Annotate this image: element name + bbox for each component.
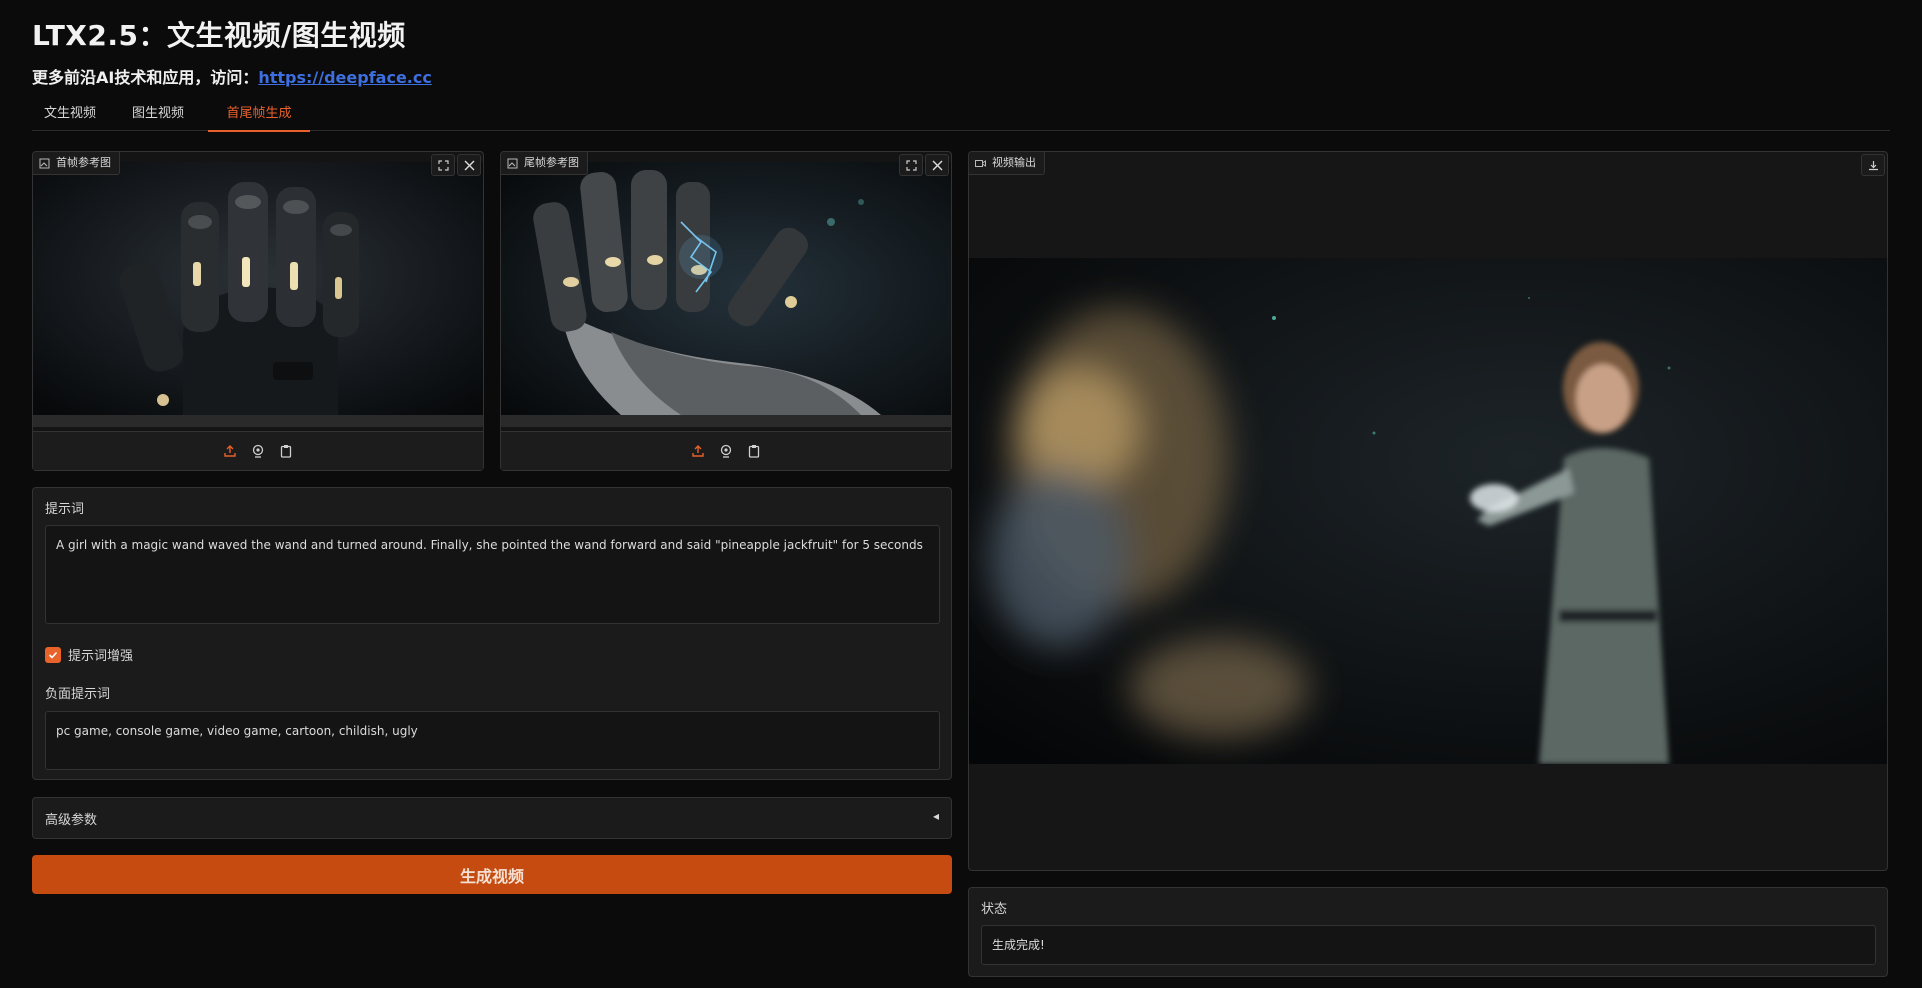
status-panel: 状态 生成完成! <box>968 887 1888 977</box>
negative-label: 负面提示词 <box>45 687 111 702</box>
enhance-label: 提示词增强 <box>68 649 134 664</box>
video-icon <box>975 158 986 169</box>
subtitle-text: 更多前沿AI技术和应用，访问： <box>32 68 259 87</box>
first-frame-label-text: 首帧参考图 <box>56 156 111 169</box>
tab-first-last-frame[interactable]: 首尾帧生成 <box>208 104 310 132</box>
last-frame-toolbar <box>501 431 951 470</box>
last-frame-image <box>501 162 951 415</box>
page-title: LTX2.5：文生视频/图生视频 <box>32 19 406 52</box>
webcam-icon[interactable] <box>718 443 734 459</box>
close-icon[interactable] <box>925 154 949 176</box>
tab-image-to-video[interactable]: 图生视频 <box>126 104 190 130</box>
clipboard-icon[interactable] <box>746 443 762 459</box>
first-frame-tools <box>431 154 481 176</box>
close-icon[interactable] <box>457 154 481 176</box>
fullscreen-icon[interactable] <box>431 154 455 176</box>
last-frame-tools <box>899 154 949 176</box>
video-output-label: 视频输出 <box>969 152 1045 175</box>
upload-icon[interactable] <box>222 443 238 459</box>
prompt-textarea[interactable]: A girl with a magic wand waved the wand … <box>45 525 940 624</box>
first-frame-panel: 首帧参考图 <box>32 151 484 471</box>
tab-text-to-video[interactable]: 文生视频 <box>38 104 102 130</box>
collapse-arrow-icon: ◂ <box>932 809 939 823</box>
last-frame-label: 尾帧参考图 <box>501 152 588 175</box>
status-value: 生成完成! <box>981 925 1876 965</box>
page-subtitle: 更多前沿AI技术和应用，访问：https://deepface.cc <box>32 64 432 88</box>
fullscreen-icon[interactable] <box>899 154 923 176</box>
enhance-row: 提示词增强 <box>45 645 133 664</box>
upload-icon[interactable] <box>690 443 706 459</box>
first-frame-divider <box>33 415 483 427</box>
enhance-checkbox[interactable] <box>45 646 61 663</box>
first-frame-toolbar <box>33 431 483 470</box>
negative-textarea[interactable]: pc game, console game, video game, carto… <box>45 711 940 770</box>
webcam-icon[interactable] <box>250 443 266 459</box>
tab-bar: 文生视频 图生视频 首尾帧生成 <box>32 100 1890 132</box>
deepface-link[interactable]: https://deepface.cc <box>258 68 432 87</box>
image-icon <box>507 158 518 169</box>
last-frame-panel: 尾帧参考图 <box>500 151 952 471</box>
video-player[interactable] <box>969 258 1887 764</box>
advanced-label: 高级参数 <box>45 813 98 828</box>
advanced-accordion[interactable]: 高级参数 ◂ <box>32 797 952 839</box>
last-frame-label-text: 尾帧参考图 <box>524 156 579 169</box>
generate-video-button[interactable]: 生成视频 <box>32 855 952 894</box>
video-output-tools <box>1861 154 1885 176</box>
prompt-label: 提示词 <box>45 502 85 517</box>
download-icon[interactable] <box>1861 154 1885 176</box>
prompt-panel: 提示词 A girl with a magic wand waved the w… <box>32 487 952 780</box>
image-icon <box>39 158 50 169</box>
video-output-panel: 视频输出 <box>968 151 1888 871</box>
video-output-label-text: 视频输出 <box>992 156 1036 169</box>
last-frame-divider <box>501 415 951 427</box>
status-label: 状态 <box>981 902 1008 917</box>
clipboard-icon[interactable] <box>278 443 294 459</box>
first-frame-image <box>33 162 483 415</box>
first-frame-label: 首帧参考图 <box>33 152 120 175</box>
